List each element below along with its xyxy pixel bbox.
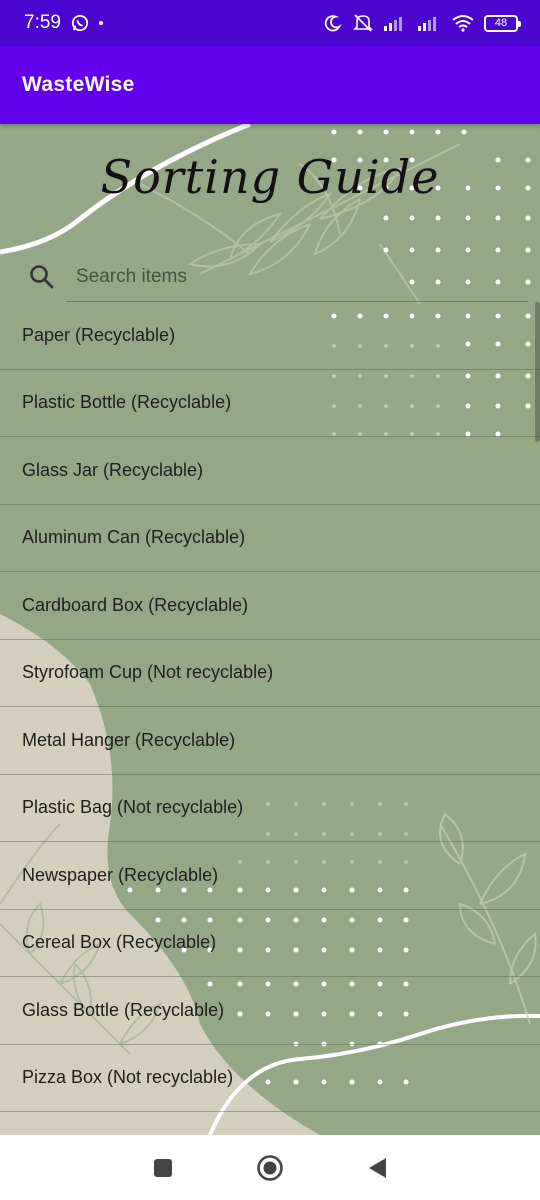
- list-item[interactable]: Plastic Bottle (Recyclable): [0, 370, 540, 437]
- signal-icon: [384, 17, 402, 31]
- app-title: WasteWise: [22, 73, 135, 96]
- recents-button[interactable]: [143, 1148, 183, 1188]
- list-item-label: Paper (Recyclable): [22, 324, 176, 345]
- signal-icon-2: [418, 17, 436, 31]
- list-item-label: Pizza Box (Not recyclable): [22, 1067, 234, 1088]
- status-time: 7:59: [24, 12, 61, 33]
- list-item-label: Plastic Bag (Not recyclable): [22, 797, 244, 818]
- list-item[interactable]: Glass Jar (Recyclable): [0, 437, 540, 505]
- list-item[interactable]: Paper (Recyclable): [0, 302, 540, 370]
- list-item-label: Aluminum Can (Recyclable): [22, 527, 246, 548]
- back-button[interactable]: [357, 1148, 397, 1188]
- home-icon: [257, 1154, 283, 1181]
- whatsapp-icon: [71, 14, 89, 32]
- list-item-label: Cereal Box (Recyclable): [22, 932, 217, 953]
- list-item[interactable]: Cardboard Box (Recyclable): [0, 572, 540, 640]
- notification-dot-icon: [98, 21, 103, 25]
- search-bar[interactable]: [28, 252, 528, 302]
- list-item-label: Metal Hanger (Recyclable): [22, 729, 236, 750]
- battery-icon: 48: [484, 14, 521, 32]
- app-bar: WasteWise: [0, 46, 540, 124]
- list-item[interactable]: Metal Hanger (Recyclable): [0, 707, 540, 775]
- list-item[interactable]: Aluminum Can (Recyclable): [0, 505, 540, 572]
- wifi-icon: [452, 15, 474, 32]
- search-input[interactable]: [76, 255, 528, 299]
- moon-icon: [324, 15, 342, 32]
- list-item[interactable]: Newspaper (Recyclable): [0, 842, 540, 910]
- search-icon: [30, 265, 54, 289]
- list-item-label: Glass Bottle (Recyclable): [22, 999, 225, 1020]
- list-item-label: Plastic Bottle (Recyclable): [22, 392, 232, 413]
- scrollbar[interactable]: [535, 302, 540, 442]
- list-item-label: Styrofoam Cup (Not recyclable): [22, 662, 274, 683]
- list-item-label: Glass Jar (Recyclable): [22, 459, 204, 480]
- back-icon: [368, 1157, 386, 1178]
- list-item[interactable]: Pizza Box (Not recyclable): [0, 1045, 540, 1112]
- sorting-guide-screen: Sorting Guide Paper (Recyclable) Plastic…: [0, 124, 540, 1135]
- list-item[interactable]: Cereal Box (Recyclable): [0, 910, 540, 977]
- list-item-label: Cardboard Box (Recyclable): [22, 594, 249, 615]
- home-button[interactable]: [250, 1148, 290, 1188]
- list-item[interactable]: Glass Bottle (Recyclable): [0, 977, 540, 1045]
- recents-icon: [154, 1158, 173, 1177]
- list-item-label: Newspaper (Recyclable): [22, 864, 219, 885]
- system-nav-bar: [0, 1135, 540, 1200]
- status-bar: 7:59 48: [0, 0, 540, 46]
- battery-level: 48: [494, 17, 508, 29]
- page-title: Sorting Guide: [100, 150, 440, 204]
- mute-icon: [353, 14, 373, 32]
- list-item[interactable]: Plastic Bag (Not recyclable): [0, 775, 540, 842]
- list-item[interactable]: Styrofoam Cup (Not recyclable): [0, 640, 540, 707]
- item-list: Paper (Recyclable) Plastic Bottle (Recyc…: [0, 302, 540, 1112]
